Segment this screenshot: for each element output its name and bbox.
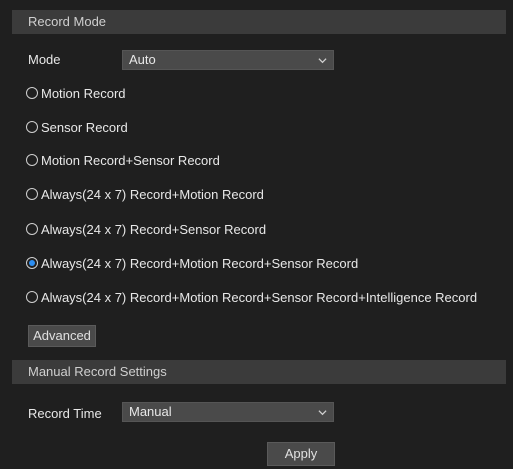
mode-select[interactable]: Auto — [122, 50, 334, 70]
radio-label: Sensor Record — [41, 119, 128, 135]
radio-motion-record[interactable]: Motion Record — [26, 83, 126, 103]
radio-label: Motion Record+Sensor Record — [41, 152, 220, 168]
mode-select-value: Auto — [129, 52, 156, 67]
radio-always-sensor-record[interactable]: Always(24 x 7) Record+Sensor Record — [26, 219, 266, 239]
radio-button[interactable] — [26, 87, 38, 99]
apply-button[interactable]: Apply — [267, 442, 335, 466]
radio-label: Always(24 x 7) Record+Motion Record+Sens… — [41, 289, 478, 305]
radio-always-motion-sensor-intelligence-record[interactable]: Always(24 x 7) Record+Motion Record+Sens… — [26, 287, 477, 307]
chevron-down-icon — [318, 410, 327, 416]
radio-button[interactable] — [26, 188, 38, 200]
record-mode-header: Record Mode — [12, 10, 506, 34]
radio-always-motion-sensor-record[interactable]: Always(24 x 7) Record+Motion Record+Sens… — [26, 253, 358, 273]
chevron-down-icon — [318, 58, 327, 64]
radio-sensor-record[interactable]: Sensor Record — [26, 117, 128, 137]
radio-button[interactable] — [26, 291, 38, 303]
record-time-label: Record Time — [28, 406, 102, 421]
radio-button[interactable] — [26, 223, 38, 235]
mode-label: Mode — [28, 52, 61, 67]
radio-label: Always(24 x 7) Record+Sensor Record — [41, 221, 267, 237]
radio-button[interactable] — [26, 121, 38, 133]
radio-button[interactable] — [26, 154, 38, 166]
radio-motion-sensor-record[interactable]: Motion Record+Sensor Record — [26, 150, 220, 170]
radio-label: Always(24 x 7) Record+Motion Record+Sens… — [41, 255, 359, 271]
radio-label: Motion Record — [41, 85, 126, 101]
record-time-select-value: Manual — [129, 404, 172, 419]
radio-button-selected[interactable] — [26, 257, 38, 269]
radio-label: Always(24 x 7) Record+Motion Record — [41, 186, 264, 202]
record-settings-panel: Record Mode Mode Auto Motion Record Sens… — [1, 1, 512, 467]
record-time-select[interactable]: Manual — [122, 402, 334, 422]
advanced-button[interactable]: Advanced — [28, 325, 96, 347]
radio-always-motion-record[interactable]: Always(24 x 7) Record+Motion Record — [26, 184, 264, 204]
manual-record-settings-header: Manual Record Settings — [12, 360, 506, 384]
